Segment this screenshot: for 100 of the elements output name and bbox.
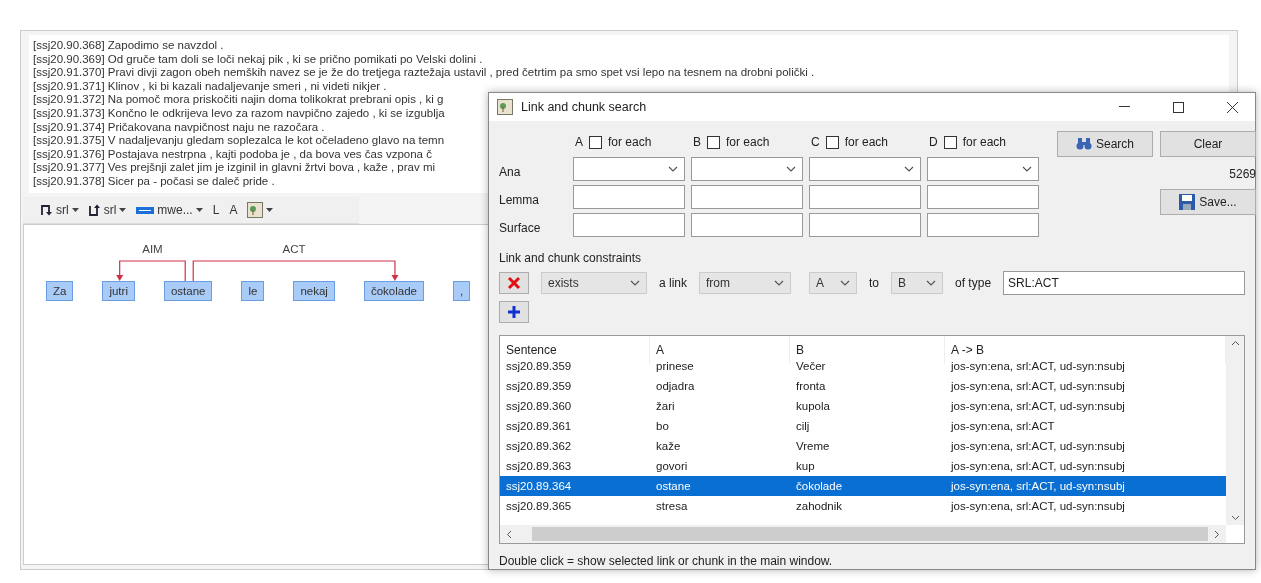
chevron-icon	[1022, 166, 1032, 172]
sentence-line: [ssj20.91.375] V nadaljevanju gledam soplezalca le kot očeladeno glavo na temn	[33, 134, 445, 148]
dropdown[interactable]: A	[809, 272, 857, 294]
input-field[interactable]	[927, 185, 1039, 209]
sentence-line: [ssj20.90.368] Zapodimo se navzdol .	[33, 39, 224, 53]
input-field[interactable]	[809, 185, 921, 209]
vertical-scrollbar[interactable]	[1226, 336, 1244, 525]
hint-text: Double click = show selected link or chunk in the main window.	[499, 553, 834, 568]
table-cell[interactable]: odjadra	[650, 376, 790, 396]
input-field[interactable]	[809, 213, 921, 237]
dropdown-field[interactable]	[573, 157, 685, 181]
table-cell[interactable]: ssj20.89.365	[500, 496, 650, 516]
chevron-icon	[786, 166, 796, 172]
token-node[interactable]: le	[241, 281, 265, 301]
input-field[interactable]	[573, 213, 685, 237]
row-label: Ana	[499, 164, 522, 179]
token-node[interactable]: čokolade	[363, 281, 424, 301]
table-cell[interactable]: žari	[650, 396, 790, 416]
toolbar-button[interactable]: A	[229, 203, 238, 217]
checkbox[interactable]	[825, 135, 839, 149]
table-cell[interactable]: kup	[790, 456, 945, 476]
link-label: AIM	[142, 243, 163, 255]
toolbar-dropdown[interactable]: mwe...	[136, 203, 203, 217]
sentence-line: [ssj20.91.370] Pravi divji zagon obeh nemških navez se je že do tretjega raztežaja ustavil , pred četrtim pa smo spet vsi lepo na tesnem na drobni polički .	[33, 66, 815, 80]
search-button[interactable]: Search	[1057, 131, 1153, 157]
chevron-icon	[840, 280, 850, 286]
input-field[interactable]	[691, 185, 803, 209]
table-cell[interactable]: ssj20.89.363	[500, 456, 650, 476]
checkbox[interactable]	[589, 135, 602, 149]
minimize-icon	[1118, 106, 1130, 108]
caret-icon	[195, 208, 203, 212]
column-letter: C	[811, 135, 820, 149]
table-cell[interactable]: govori	[650, 456, 790, 476]
checkbox[interactable]	[943, 135, 957, 149]
scroll-right-icon[interactable]	[1214, 529, 1220, 539]
toolbar-dropdown[interactable]	[247, 202, 274, 218]
table-cell[interactable]: jos-syn:ena, srl:ACT, ud-syn:nsubj	[945, 456, 1226, 476]
link-arrow-icon	[88, 204, 101, 216]
dropdown-field[interactable]	[927, 157, 1039, 181]
table-cell[interactable]: fronta	[790, 376, 945, 396]
scroll-left-icon[interactable]	[506, 529, 512, 539]
token-node[interactable]: jutri	[102, 281, 135, 301]
dropdown-field[interactable]	[809, 157, 921, 181]
caret-icon	[266, 208, 274, 212]
remove-button[interactable]	[499, 272, 529, 294]
checkbox[interactable]	[707, 135, 720, 149]
cross-icon	[507, 276, 521, 290]
token-node[interactable]: nekaj	[293, 281, 335, 301]
dropdown-field[interactable]	[691, 157, 803, 181]
table-cell[interactable]: kaže	[650, 436, 790, 456]
column-header[interactable]: A	[650, 336, 790, 364]
table-cell[interactable]: kupola	[790, 396, 945, 416]
dropdown[interactable]: B	[891, 272, 944, 294]
table-cell[interactable]: bo	[650, 416, 790, 436]
caret-icon	[71, 208, 79, 212]
table-cell[interactable]: jos-syn:ena, srl:ACT, ud-syn:nsubj	[945, 476, 1226, 496]
table-cell[interactable]: stresa	[650, 496, 790, 516]
table-cell[interactable]: cilj	[790, 416, 945, 436]
chevron-icon	[630, 280, 640, 286]
toolbar-dropdown[interactable]: srl	[41, 203, 79, 217]
input-field[interactable]	[927, 213, 1039, 237]
clear-button[interactable]: Clear	[1160, 131, 1256, 157]
constraint-text: to	[869, 276, 880, 290]
input-field[interactable]	[573, 185, 685, 209]
table-cell[interactable]: ssj20.89.359	[500, 376, 650, 396]
dropdown[interactable]: exists	[541, 272, 647, 294]
table-cell[interactable]: zahodnik	[790, 496, 945, 516]
sentence-line: [ssj20.90.369] Od gruče tam doli se loči nekaj pik , ki se prično pomikati po Velski dolini .	[33, 52, 483, 67]
table-cell[interactable]: ssj20.89.362	[500, 436, 650, 456]
column-letter: B	[693, 135, 701, 149]
table-cell[interactable]: jos-syn:ena, srl:ACT, ud-syn:nsubj	[945, 496, 1226, 516]
token-node[interactable]: ostane	[163, 281, 213, 301]
table-cell[interactable]: ssj20.89.364	[500, 476, 650, 496]
toolbar-dropdown[interactable]: srl	[88, 203, 127, 217]
chevron-icon	[668, 166, 678, 172]
horizontal-scrollbar[interactable]	[500, 525, 1226, 543]
input-field[interactable]	[691, 213, 803, 237]
table-cell[interactable]: ssj20.89.361	[500, 416, 650, 436]
type-field[interactable]: SRL:ACT	[1003, 271, 1245, 295]
table-cell[interactable]: čokolade	[790, 476, 945, 496]
chevron-icon	[904, 166, 914, 172]
checkbox-label: for each	[726, 135, 770, 149]
chevron-icon	[926, 280, 937, 286]
toolbar-button[interactable]: L	[212, 203, 220, 217]
table-cell[interactable]: jos-syn:ena, srl:ACT, ud-syn:nsubj	[945, 396, 1226, 416]
scroll-up-icon[interactable]	[1230, 340, 1240, 346]
row-label: Lemma	[499, 192, 540, 207]
table-cell[interactable]: jos-syn:ena, srl:ACT	[945, 416, 1226, 436]
table-cell[interactable]: jos-syn:ena, srl:ACT, ud-syn:nsubj	[945, 436, 1226, 456]
token-node[interactable]: ,	[453, 281, 471, 301]
table-cell[interactable]: Vreme	[790, 436, 945, 456]
add-button[interactable]	[499, 301, 529, 323]
column-letter: D	[929, 135, 938, 149]
dropdown[interactable]: from	[699, 272, 791, 294]
table-cell[interactable]: ostane	[650, 476, 790, 496]
table-cell[interactable]: ssj20.89.360	[500, 396, 650, 416]
table-cell[interactable]: jos-syn:ena, srl:ACT, ud-syn:nsubj	[945, 376, 1226, 396]
scroll-down-icon[interactable]	[1230, 515, 1240, 521]
save-button[interactable]: Save...	[1160, 189, 1256, 215]
token-node[interactable]: Za	[46, 281, 74, 301]
